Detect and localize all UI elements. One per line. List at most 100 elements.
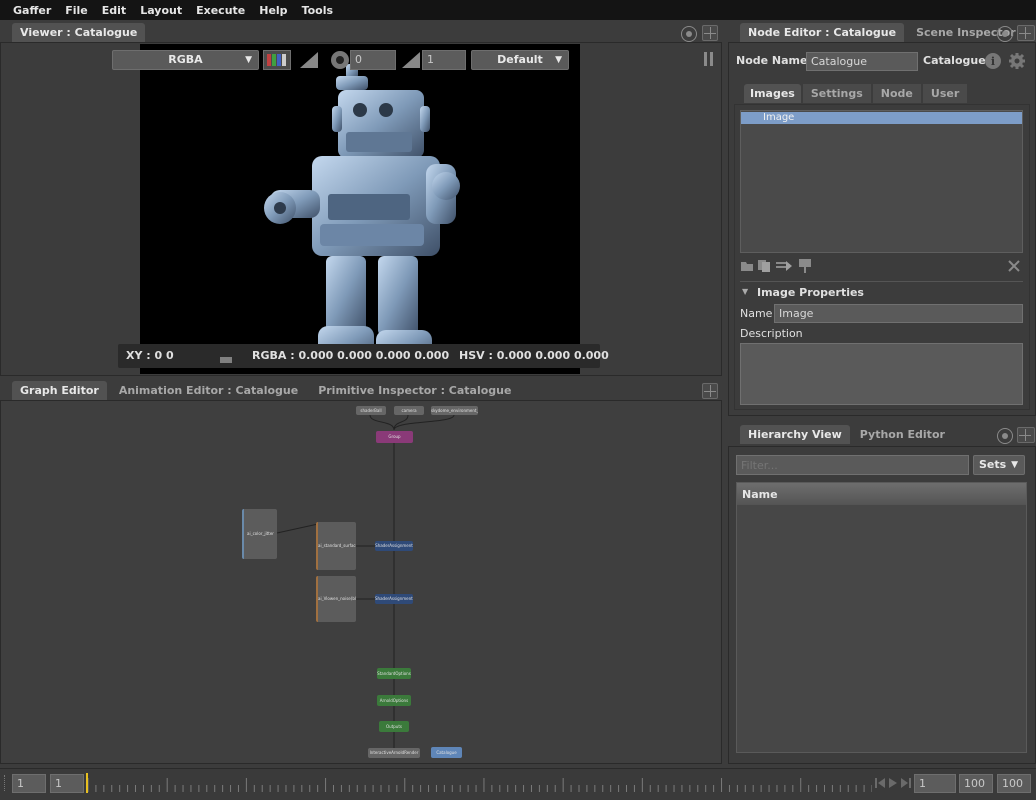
export-icon[interactable] [775, 259, 793, 273]
layout-icon[interactable] [702, 25, 718, 41]
hierarchy-tabbar: Hierarchy View Python Editor [740, 425, 953, 444]
description-label: Description [740, 327, 803, 340]
svg-text:i: i [991, 55, 995, 68]
layout-icon[interactable] [1017, 427, 1035, 443]
collapse-arrow-icon[interactable]: ▼ [742, 287, 748, 296]
menu-gaffer[interactable]: Gaffer [13, 4, 51, 17]
duplicate-icon[interactable] [757, 259, 771, 273]
bottom-tabbar: Graph Editor Animation Editor : Catalogu… [12, 381, 519, 400]
node-subtabbar: Images Settings Node User [744, 84, 968, 103]
menu-bar: Gaffer File Edit Layout Execute Help Too… [0, 0, 1036, 20]
graph-node[interactable]: ShaderAssignment1 [375, 594, 413, 604]
name-label: Name [740, 307, 773, 320]
target-icon[interactable] [997, 26, 1013, 42]
target-icon[interactable] [997, 428, 1013, 444]
end-frame-field-2[interactable]: 100 [997, 774, 1031, 793]
filter-input[interactable] [736, 455, 969, 475]
channel-select[interactable]: RGBA ▼ [112, 50, 259, 70]
graph-node[interactable]: ai_standard_surface [316, 522, 356, 570]
tab-node[interactable]: Node [872, 84, 921, 103]
graph-node[interactable]: ShaderAssignment [375, 541, 413, 551]
end-frame-field[interactable]: 100 [959, 774, 993, 793]
node-name-field[interactable]: Catalogue [806, 52, 918, 71]
graph-node[interactable]: shaderBall [356, 406, 386, 415]
graph-node[interactable]: InteractiveArnoldRender [368, 748, 420, 758]
timeline-current-field[interactable]: 1 [50, 774, 84, 793]
graph-node[interactable]: Catalogue [431, 747, 462, 758]
graph-node[interactable]: ArnoldOptions [377, 695, 411, 706]
exposure-icon[interactable] [330, 50, 350, 70]
play-icon[interactable] [887, 776, 899, 790]
tab-hierarchy-view[interactable]: Hierarchy View [740, 425, 850, 444]
target-icon[interactable] [681, 26, 697, 42]
skip-start-icon[interactable] [874, 776, 886, 790]
graph-node[interactable]: ai_Vlowen_noise(bl) [316, 576, 356, 622]
menu-layout[interactable]: Layout [140, 4, 182, 17]
gear-icon[interactable] [1008, 52, 1026, 70]
display-value: Default [497, 53, 543, 66]
tab-viewer[interactable]: Viewer : Catalogue [12, 23, 146, 42]
viewer-tabbar: Viewer : Catalogue [12, 23, 146, 42]
xy-readout: XY : 0 0 [126, 349, 174, 362]
sets-value: Sets [979, 458, 1007, 471]
tab-settings[interactable]: Settings [802, 84, 871, 103]
pause-icon[interactable] [704, 52, 714, 66]
graph-connections [276, 414, 455, 748]
node-name-label: Node Name [736, 54, 808, 67]
timeline-ruler[interactable] [86, 772, 872, 794]
tab-primitive-inspector[interactable]: Primitive Inspector : Catalogue [310, 381, 519, 400]
menu-edit[interactable]: Edit [102, 4, 126, 17]
pin-icon[interactable] [798, 258, 812, 274]
image-properties-header[interactable]: Image Properties [757, 286, 864, 299]
info-icon[interactable]: i [984, 52, 1002, 70]
graph-node[interactable]: Group [376, 431, 413, 443]
menu-execute[interactable]: Execute [196, 4, 245, 17]
chevron-down-icon: ▼ [555, 55, 562, 65]
tab-node-editor[interactable]: Node Editor : Catalogue [740, 23, 905, 42]
color-channels-icon[interactable] [263, 50, 291, 70]
sets-select[interactable]: Sets ▼ [973, 455, 1025, 475]
hierarchy-tree[interactable] [736, 482, 1027, 753]
description-field[interactable] [740, 343, 1023, 405]
close-icon[interactable] [1008, 260, 1020, 272]
column-header-name: Name [742, 488, 778, 501]
graph-node[interactable]: StandardOptions [377, 668, 411, 679]
column-header[interactable] [737, 483, 1026, 505]
divider [740, 281, 1023, 282]
folder-icon[interactable] [740, 260, 754, 272]
gamma-icon[interactable] [400, 50, 422, 70]
menu-help[interactable]: Help [259, 4, 287, 17]
clipping-icon[interactable] [298, 50, 320, 70]
menu-tools[interactable]: Tools [302, 4, 333, 17]
rgba-readout: RGBA : 0.000 0.000 0.000 0.000 [252, 349, 450, 362]
timeline-grip[interactable] [4, 775, 7, 791]
timeline-start-field[interactable]: 1 [12, 774, 46, 793]
chevron-down-icon: ▼ [1011, 460, 1018, 470]
frame-field[interactable]: 1 [914, 774, 956, 793]
image-name-field[interactable]: Image [774, 304, 1023, 323]
graph-node[interactable]: camera [394, 406, 424, 415]
tab-user[interactable]: User [922, 84, 968, 103]
graph-node[interactable]: Outputs [379, 721, 409, 732]
color-swatch [220, 357, 232, 363]
graph-node[interactable]: skydome_environment_ball [431, 406, 478, 415]
tab-animation-editor[interactable]: Animation Editor : Catalogue [111, 381, 306, 400]
chevron-down-icon: ▼ [245, 55, 252, 65]
layout-icon[interactable] [702, 383, 718, 399]
image-list-item[interactable]: Image [741, 112, 1022, 124]
image-list[interactable] [740, 110, 1023, 253]
tab-graph-editor[interactable]: Graph Editor [12, 381, 107, 400]
node-type-label: Catalogue [923, 54, 986, 67]
tab-python-editor[interactable]: Python Editor [852, 425, 953, 444]
exposure-field[interactable]: 0 [350, 50, 396, 70]
graph-node[interactable]: ai_color_jitter [242, 509, 277, 559]
channel-value: RGBA [168, 53, 203, 66]
node-editor-tabbar: Node Editor : Catalogue Scene Inspector [740, 23, 1024, 42]
skip-end-icon[interactable] [900, 776, 912, 790]
menu-file[interactable]: File [65, 4, 88, 17]
tab-images[interactable]: Images [744, 84, 801, 103]
display-transform-select[interactable]: Default ▼ [471, 50, 569, 70]
layout-icon[interactable] [1017, 25, 1035, 41]
gamma-field[interactable]: 1 [422, 50, 466, 70]
hsv-readout: HSV : 0.000 0.000 0.000 [459, 349, 609, 362]
